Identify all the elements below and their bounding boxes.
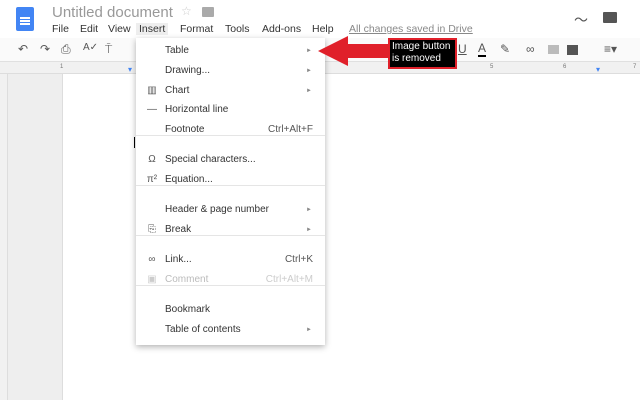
comment-icon[interactable] — [548, 45, 559, 54]
submenu-arrow-icon: ► — [306, 227, 312, 233]
undo-icon[interactable]: ↶ — [18, 42, 28, 56]
submenu-arrow-icon: ► — [306, 88, 312, 94]
menu-item-icon: ▥ — [147, 85, 157, 96]
folder-icon[interactable] — [202, 7, 214, 17]
menu-item-label: Bookmark — [165, 304, 211, 315]
docs-logo[interactable] — [16, 7, 34, 31]
menu-item-shortcut: Ctrl+K — [284, 254, 313, 265]
menu-item[interactable]: Bookmark — [136, 300, 325, 320]
menu-addons[interactable]: Add-ons — [262, 23, 301, 35]
redo-icon[interactable]: ↷ — [40, 42, 50, 56]
right-indent-marker[interactable]: ▾ — [596, 65, 600, 74]
menu-insert[interactable]: Insert — [136, 23, 169, 35]
red-arrow-annotation — [318, 36, 388, 66]
menu-item[interactable]: ⎘ Break ► — [136, 220, 325, 240]
menu-item[interactable]: Footnote Ctrl+Alt+F — [136, 120, 325, 140]
menu-item[interactable]: π² Equation... — [136, 170, 325, 190]
submenu-arrow-icon: ► — [306, 207, 312, 213]
menu-item-icon: Ω — [148, 154, 156, 165]
text-color-icon[interactable]: A — [478, 42, 487, 57]
text-cursor — [134, 137, 135, 148]
menu-item[interactable]: ▣ Comment Ctrl+Alt+M — [136, 270, 325, 290]
highlight-icon[interactable]: ✎ — [500, 42, 510, 56]
menu-item-label: Special characters... — [165, 154, 256, 165]
menu-edit[interactable]: Edit — [80, 23, 98, 35]
menu-item-icon: ∞ — [148, 254, 156, 265]
menu-item[interactable]: Drawing... ► — [136, 61, 325, 81]
menu-separator — [136, 285, 325, 286]
indent-marker[interactable]: ▾ — [128, 65, 132, 74]
submenu-arrow-icon: ► — [306, 327, 312, 333]
menu-item[interactable]: Table of contents ► — [136, 320, 325, 340]
menu-item-label: Table of contents — [165, 324, 241, 335]
menu-item[interactable]: Ω Special characters... — [136, 150, 325, 170]
submenu-arrow-icon: ► — [306, 68, 312, 74]
annotation-label: Image button is removed — [388, 38, 457, 69]
print-icon[interactable]: ⎙ — [61, 42, 71, 57]
menu-item[interactable]: ∞ Link... Ctrl+K — [136, 250, 325, 270]
menu-item-label: Header & page number — [165, 204, 269, 215]
menu-item-icon: ⎘ — [148, 224, 156, 235]
menu-separator — [136, 135, 325, 136]
menu-item-label: Horizontal line — [165, 104, 229, 115]
menu-item-label: Break — [165, 224, 192, 235]
menu-item-shortcut: Ctrl+Alt+F — [267, 124, 313, 135]
menu-item-label: Table — [165, 45, 189, 56]
menu-view[interactable]: View — [108, 23, 131, 35]
document-title[interactable]: Untitled document — [52, 4, 173, 21]
paint-format-icon[interactable]: ⍑ — [105, 42, 112, 57]
menu-item-label: Link... — [165, 254, 192, 265]
menu-item-icon: ▣ — [147, 274, 157, 285]
underline-icon[interactable]: U — [458, 42, 467, 56]
menu-file[interactable]: File — [52, 23, 69, 35]
spellcheck-icon[interactable]: A✓ — [83, 42, 98, 53]
menu-format[interactable]: Format — [180, 23, 213, 35]
menu-item-label: Chart — [165, 85, 190, 96]
menu-item-label: Footnote — [165, 124, 205, 135]
star-icon[interactable]: ☆ — [181, 4, 192, 18]
menu-item-label: Equation... — [165, 174, 213, 185]
vertical-ruler — [0, 74, 8, 400]
link-icon[interactable]: ∞ — [526, 42, 535, 56]
submenu-arrow-icon: ► — [306, 48, 312, 54]
menu-item-label: Comment — [165, 274, 209, 285]
menu-item-icon: — — [147, 104, 157, 115]
image-icon[interactable] — [567, 45, 578, 55]
menu-item-shortcut: Ctrl+Alt+M — [265, 274, 313, 285]
menu-item[interactable]: — Horizontal line — [136, 100, 325, 120]
menu-separator — [136, 235, 325, 236]
activity-icon[interactable]: 〜 — [574, 10, 588, 30]
comments-icon[interactable] — [603, 12, 617, 23]
menu-tools[interactable]: Tools — [225, 23, 250, 35]
insert-menu: Table ► Drawing... ► ▥ Chart ► — Horizontal line… — [136, 38, 325, 345]
menu-item[interactable]: Table ► — [136, 41, 325, 61]
menu-item-label: Drawing... — [165, 65, 211, 76]
menu-item[interactable]: ▥ Chart ► — [136, 81, 325, 101]
menu-item-icon: π² — [146, 174, 158, 185]
menu-item[interactable]: Header & page number ► — [136, 200, 325, 220]
menu-separator — [136, 185, 325, 186]
align-icon[interactable]: ≡▾ — [604, 42, 617, 56]
